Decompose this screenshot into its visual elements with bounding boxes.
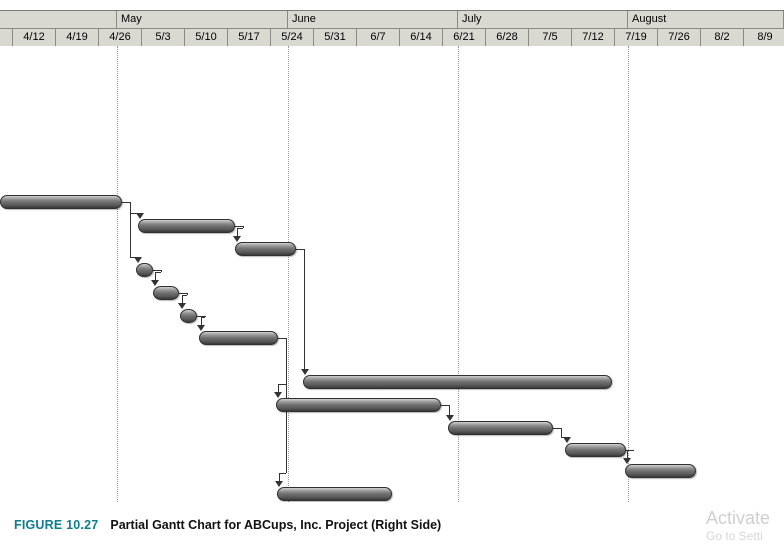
- figure-title: Partial Gantt Chart for ABCups, Inc. Pro…: [110, 518, 442, 532]
- dependency-arrowhead: [274, 392, 282, 398]
- dependency-link-segment: [279, 473, 280, 481]
- dependency-link-segment: [153, 270, 161, 271]
- task-bar[interactable]: [199, 331, 278, 345]
- dependency-arrowhead: [563, 437, 571, 443]
- timescale-week-cell: 4/26: [99, 29, 142, 46]
- timescale-week-cell: 7/19: [615, 29, 658, 46]
- dependency-link-segment: [279, 473, 286, 474]
- timescale-month-cell: August: [628, 11, 784, 28]
- watermark-line2: Go to Setti: [706, 529, 763, 543]
- timescale-week-row: 4/12 4/19 4/26 5/3 5/10 5/17 5/24 5/31 6/7 6/14 6/…: [0, 29, 784, 46]
- dependency-link-segment: [187, 293, 188, 295]
- task-bar[interactable]: [180, 309, 197, 323]
- timescale-week-cell: 4/19: [56, 29, 99, 46]
- task-bar[interactable]: [0, 195, 122, 209]
- timescale-week-cell: 5/3: [142, 29, 185, 46]
- dependency-link-segment: [179, 293, 187, 294]
- month-gridline: [288, 46, 290, 502]
- month-gridline: [628, 46, 630, 502]
- timescale-month-cell: June: [288, 11, 458, 28]
- figure-label: FIGURE 10.27: [14, 518, 99, 532]
- timescale-week-cell: 6/21: [443, 29, 486, 46]
- dependency-arrowhead: [233, 236, 241, 242]
- dependency-link-segment: [155, 272, 156, 280]
- dependency-arrowhead: [134, 257, 142, 263]
- dependency-arrowhead: [151, 280, 159, 286]
- timescale-week-cell: 5/17: [228, 29, 271, 46]
- dependency-link-segment: [627, 450, 628, 458]
- timescale-week-cell: 5/10: [185, 29, 228, 46]
- timescale-week-cell: 6/7: [357, 29, 400, 46]
- dependency-arrowhead: [623, 458, 631, 464]
- timescale-week-cell: 8/9: [744, 29, 784, 46]
- dependency-link-segment: [553, 428, 561, 429]
- gantt-plot-area: [0, 46, 784, 502]
- dependency-link-segment: [278, 384, 286, 385]
- windows-activation-watermark: Activate Go to Setti: [706, 508, 770, 543]
- gantt-chart: May June July August 4/12 4/19 4/26 5/3 5/10 5/1…: [0, 10, 784, 502]
- task-bar[interactable]: [235, 242, 296, 256]
- dependency-arrowhead: [275, 481, 283, 487]
- task-bar[interactable]: [303, 375, 612, 389]
- dependency-arrowhead: [136, 213, 144, 219]
- dependency-arrowhead: [301, 369, 309, 375]
- dependency-link-segment: [130, 202, 131, 257]
- timescale-week-cell-partial: [0, 29, 13, 46]
- dependency-arrowhead: [446, 415, 454, 421]
- dependency-link-segment: [561, 428, 562, 437]
- task-bar[interactable]: [565, 443, 626, 457]
- timescale-week-cell: 7/12: [572, 29, 615, 46]
- timescale-week-cell: 6/14: [400, 29, 443, 46]
- dependency-arrowhead: [178, 303, 186, 309]
- task-bar[interactable]: [625, 464, 696, 478]
- timescale-month-row: May June July August: [0, 11, 784, 29]
- timescale-month-cell: July: [458, 11, 628, 28]
- dependency-link-segment: [278, 338, 286, 339]
- month-gridline: [117, 46, 119, 502]
- timescale-week-cell: 5/31: [314, 29, 357, 46]
- dependency-link-segment: [205, 316, 206, 317]
- timescale-week-cell: 4/12: [13, 29, 56, 46]
- timescale-week-cell: 7/5: [529, 29, 572, 46]
- dependency-link-segment: [161, 270, 162, 272]
- task-bar[interactable]: [136, 263, 153, 277]
- timescale-week-cell: 7/26: [658, 29, 701, 46]
- timescale-week-cell: 8/2: [701, 29, 744, 46]
- dependency-link-segment: [278, 384, 279, 392]
- watermark-line1: Activate: [706, 508, 771, 528]
- dependency-link-segment: [237, 228, 238, 236]
- timescale-month-cell: May: [117, 11, 288, 28]
- dependency-link-segment: [441, 405, 449, 406]
- dependency-link-segment: [243, 226, 244, 228]
- task-bar[interactable]: [153, 286, 179, 300]
- dependency-link-segment: [296, 249, 304, 250]
- timescale-month-cell: [0, 11, 117, 28]
- task-bar[interactable]: [276, 398, 441, 412]
- task-bar[interactable]: [277, 487, 392, 501]
- dependency-link-segment: [304, 249, 305, 369]
- dependency-link-segment: [201, 317, 202, 325]
- timescale-week-cell: 6/28: [486, 29, 529, 46]
- figure-caption: FIGURE 10.27 Partial Gantt Chart for ABCu…: [14, 518, 441, 532]
- timescale-week-cell: 5/24: [271, 29, 314, 46]
- timescale-header: May June July August 4/12 4/19 4/26 5/3 5/10 5/1…: [0, 10, 784, 46]
- dependency-link-segment: [182, 295, 183, 303]
- dependency-link-segment: [627, 450, 634, 451]
- task-bar[interactable]: [448, 421, 553, 435]
- dependency-link-segment: [122, 202, 130, 203]
- dependency-link-segment: [235, 226, 243, 227]
- dependency-link-segment: [449, 405, 450, 415]
- task-bar[interactable]: [138, 219, 235, 233]
- dependency-arrowhead: [197, 325, 205, 331]
